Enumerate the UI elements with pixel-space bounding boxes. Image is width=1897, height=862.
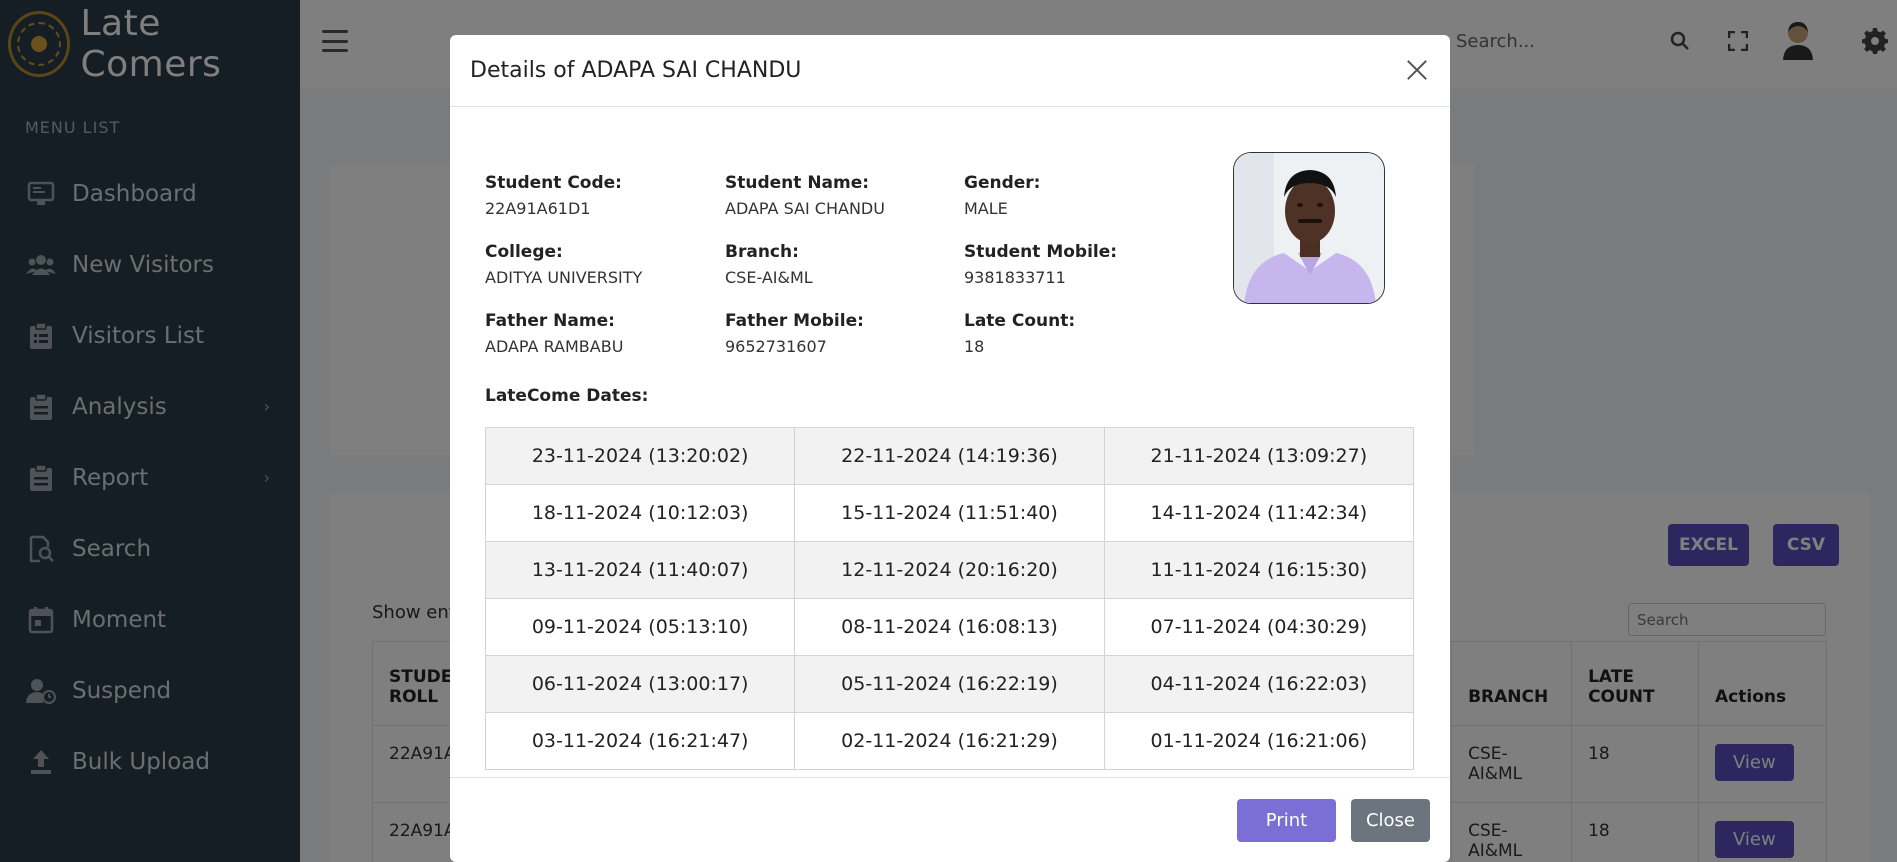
print-button[interactable]: Print <box>1237 799 1336 842</box>
field-value: ADITYA UNIVERSITY <box>485 268 643 287</box>
field-label: Father Mobile: <box>725 311 864 331</box>
dates-row: 23-11-2024 (13:20:02) 22-11-2024 (14:19:… <box>484 427 1415 485</box>
field-student-code: Student Code: 22A91A61D1 <box>485 173 622 218</box>
field-student-mobile: Student Mobile: 9381833711 <box>964 242 1117 287</box>
date-cell: 15-11-2024 (11:51:40) <box>794 484 1105 542</box>
date-cell: 23-11-2024 (13:20:02) <box>484 427 796 485</box>
field-label: Branch: <box>725 242 799 262</box>
field-college: College: ADITYA UNIVERSITY <box>485 242 642 287</box>
dates-row: 18-11-2024 (10:12:03) 15-11-2024 (11:51:… <box>484 484 1415 542</box>
modal-header: Details of ADAPA SAI CHANDU <box>450 35 1450 107</box>
dates-row: 09-11-2024 (05:13:10) 08-11-2024 (16:08:… <box>484 598 1415 656</box>
student-photo <box>1233 152 1385 304</box>
field-father-mobile: Father Mobile: 9652731607 <box>725 311 864 356</box>
field-value: ADAPA SAI CHANDU <box>725 199 885 218</box>
date-cell: 04-11-2024 (16:22:03) <box>1103 655 1415 713</box>
date-cell: 05-11-2024 (16:22:19) <box>794 655 1105 713</box>
field-label: College: <box>485 242 563 262</box>
field-value: 18 <box>964 337 985 356</box>
date-cell: 21-11-2024 (13:09:27) <box>1103 427 1415 485</box>
field-value: CSE-AI&ML <box>725 268 813 287</box>
dates-row: 06-11-2024 (13:00:17) 05-11-2024 (16:22:… <box>484 655 1415 713</box>
date-cell: 13-11-2024 (11:40:07) <box>484 541 796 599</box>
field-value: 9381833711 <box>964 268 1066 287</box>
date-cell: 18-11-2024 (10:12:03) <box>484 484 796 542</box>
date-cell: 07-11-2024 (04:30:29) <box>1103 598 1415 656</box>
field-value: ADAPA RAMBABU <box>485 337 624 356</box>
date-cell: 09-11-2024 (05:13:10) <box>484 598 796 656</box>
dates-row: 03-11-2024 (16:21:47) 02-11-2024 (16:21:… <box>484 712 1415 770</box>
field-label: Student Name: <box>725 173 870 193</box>
field-branch: Branch: CSE-AI&ML <box>725 242 813 287</box>
date-cell: 11-11-2024 (16:15:30) <box>1103 541 1415 599</box>
latecome-dates-title: LateCome Dates: <box>485 386 649 406</box>
modal-footer: Print Close <box>450 777 1450 862</box>
field-value: MALE <box>964 199 1008 218</box>
date-cell: 02-11-2024 (16:21:29) <box>794 712 1105 770</box>
close-icon[interactable] <box>1404 57 1430 83</box>
field-value: 22A91A61D1 <box>485 199 591 218</box>
field-label: Student Code: <box>485 173 622 193</box>
dates-row: 13-11-2024 (11:40:07) 12-11-2024 (20:16:… <box>484 541 1415 599</box>
date-cell: 08-11-2024 (16:08:13) <box>794 598 1105 656</box>
field-late-count: Late Count: 18 <box>964 311 1075 356</box>
field-label: Gender: <box>964 173 1041 193</box>
close-button[interactable]: Close <box>1351 799 1430 842</box>
field-value: 9652731607 <box>725 337 827 356</box>
date-cell: 14-11-2024 (11:42:34) <box>1103 484 1415 542</box>
field-father-name: Father Name: ADAPA RAMBABU <box>485 311 623 356</box>
date-cell: 12-11-2024 (20:16:20) <box>794 541 1105 599</box>
date-cell: 01-11-2024 (16:21:06) <box>1103 712 1415 770</box>
student-details-modal: Details of ADAPA SAI CHANDU Student Code… <box>450 35 1450 862</box>
date-cell: 06-11-2024 (13:00:17) <box>484 655 796 713</box>
date-cell: 03-11-2024 (16:21:47) <box>484 712 796 770</box>
field-student-name: Student Name: ADAPA SAI CHANDU <box>725 173 885 218</box>
field-label: Late Count: <box>964 311 1076 331</box>
field-label: Student Mobile: <box>964 242 1118 262</box>
field-gender: Gender: MALE <box>964 173 1040 218</box>
modal-title: Details of ADAPA SAI CHANDU <box>470 58 802 83</box>
latecome-dates-table: 23-11-2024 (13:20:02) 22-11-2024 (14:19:… <box>484 427 1415 770</box>
field-label: Father Name: <box>485 311 615 331</box>
date-cell: 22-11-2024 (14:19:36) <box>794 427 1105 485</box>
